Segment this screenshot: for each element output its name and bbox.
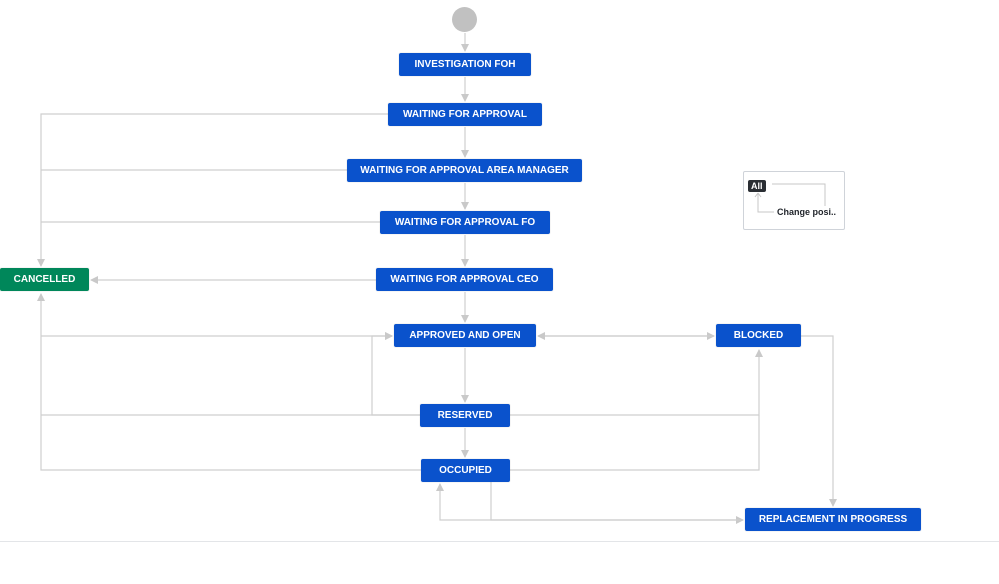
edge-replacement-to-occupied (436, 483, 743, 521)
edge-reserved-to-approved (371, 332, 420, 416)
status-cancelled[interactable]: CANCELLED (0, 268, 89, 291)
status-waiting-for-approval-area-manager[interactable]: WAITING FOR APPROVAL AREA MANAGER (347, 159, 582, 182)
status-investigation-foh[interactable]: INVESTIGATION FOH (399, 53, 531, 76)
edge-lower-to-cancelled (37, 293, 421, 471)
edge-wfa-to-cancelled (37, 113, 388, 267)
legend-all-badge: All (748, 180, 766, 192)
status-replacement-in-progress[interactable]: REPLACEMENT IN PROGRESS (745, 508, 921, 531)
legend-change-position-label: Change posi.. (777, 207, 837, 217)
status-reserved[interactable]: RESERVED (420, 404, 510, 427)
transition-lines (37, 33, 837, 524)
status-waiting-for-approval-ceo[interactable]: WAITING FOR APPROVAL CEO (376, 268, 553, 291)
start-node (452, 7, 477, 32)
bottom-divider (0, 541, 999, 542)
status-waiting-for-approval-fo[interactable]: WAITING FOR APPROVAL FO (380, 211, 550, 234)
status-occupied[interactable]: OCCUPIED (421, 459, 510, 482)
global-transition-legend[interactable]: All Change posi.. (743, 171, 845, 230)
edge-occupied-to-replacement (490, 482, 744, 524)
status-approved-and-open[interactable]: APPROVED AND OPEN (394, 324, 536, 347)
edge-occupied-to-blocked (510, 415, 760, 471)
status-waiting-for-approval[interactable]: WAITING FOR APPROVAL (388, 103, 542, 126)
status-blocked[interactable]: BLOCKED (716, 324, 801, 347)
edge-reserved-to-blocked (510, 349, 763, 416)
edge-blocked-to-replacement (801, 335, 837, 507)
